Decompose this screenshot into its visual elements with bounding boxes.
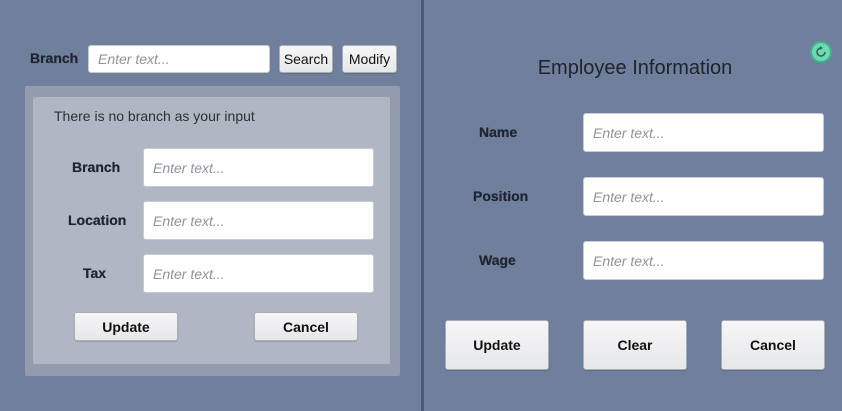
position-label: Position <box>473 188 529 204</box>
employee-update-button[interactable]: Update <box>445 320 549 370</box>
modify-button[interactable]: Modify <box>342 45 397 73</box>
no-branch-message: There is no branch as your input <box>54 108 255 124</box>
form-branch-input[interactable] <box>143 148 374 187</box>
employee-clear-button[interactable]: Clear <box>583 320 687 370</box>
form-location-label: Location <box>68 212 127 228</box>
position-input[interactable] <box>583 177 824 216</box>
employee-info-title: Employee Information <box>537 57 733 79</box>
wage-input[interactable] <box>583 241 824 280</box>
search-button[interactable]: Search <box>279 45 333 73</box>
form-location-input[interactable] <box>143 201 374 240</box>
refresh-icon <box>816 46 826 57</box>
refresh-button[interactable] <box>810 41 832 63</box>
branch-cancel-button[interactable]: Cancel <box>254 312 358 341</box>
form-tax-label: Tax <box>83 265 107 281</box>
branch-update-button[interactable]: Update <box>74 312 178 341</box>
name-input[interactable] <box>583 113 824 152</box>
form-branch-label: Branch <box>72 159 121 175</box>
wage-label: Wage <box>479 252 516 268</box>
name-label: Name <box>479 124 518 140</box>
branch-search-input[interactable] <box>88 45 270 73</box>
form-tax-input[interactable] <box>143 254 374 293</box>
branch-search-label: Branch <box>30 50 79 66</box>
employee-cancel-button[interactable]: Cancel <box>721 320 825 370</box>
